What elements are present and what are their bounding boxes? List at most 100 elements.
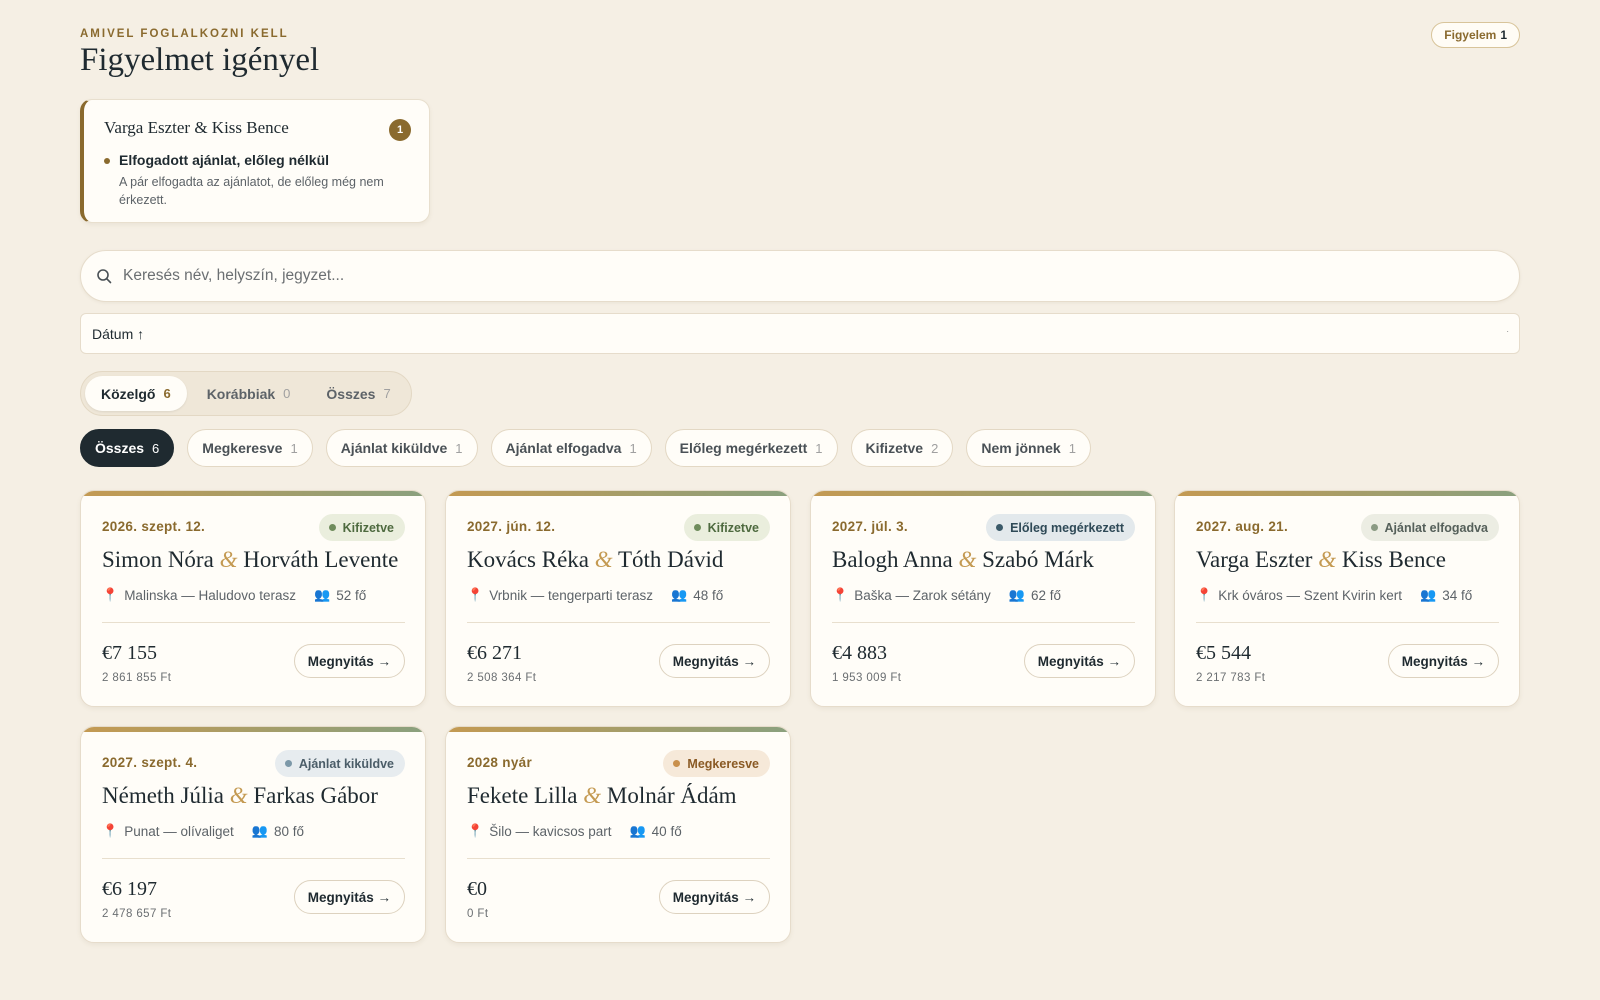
filter-chip-megkeresve[interactable]: Megkeresve 1: [187, 429, 313, 467]
price-huf: 2 217 783 Ft: [1196, 672, 1266, 684]
ampersand: &: [1318, 547, 1337, 572]
status-badge-label: Megkeresve: [687, 756, 759, 771]
status-badge-label: Kifizetve: [707, 520, 759, 535]
card-divider: [102, 858, 405, 859]
chip-count: 1: [629, 440, 637, 456]
venue-label: Malinska — Haludovo terasz: [124, 587, 297, 603]
status-dot-icon: [673, 760, 681, 767]
chip-label: Nem jönnek: [981, 440, 1061, 456]
search-input[interactable]: [123, 251, 1503, 301]
attention-count-pill[interactable]: Figyelem 1: [1431, 22, 1520, 48]
partner-two-name: Molnár Ádám: [606, 783, 737, 808]
status-badge: Ajánlat elfogadva: [1360, 514, 1499, 541]
status-badge-label: Ajánlat elfogadva: [1384, 520, 1489, 535]
partner-one-name: Németh Júlia: [102, 783, 224, 808]
attention-pill-count: 1: [1500, 28, 1507, 42]
chip-label: Ajánlat kiküldve: [340, 440, 448, 456]
price-huf: 0 Ft: [467, 908, 489, 920]
filter-chip-nem-jonnek[interactable]: Nem jönnek 1: [966, 429, 1091, 467]
card-divider: [467, 858, 770, 859]
filter-chip-ajanlat-kikuldve[interactable]: Ajánlat kiküldve 1: [325, 429, 478, 467]
couple-names: Simon Nóra & Horváth Levente: [102, 547, 398, 573]
location-pin-icon: 📍: [1196, 587, 1213, 602]
chip-label: Ajánlat elfogadva: [505, 440, 622, 456]
price-eur: €5 544: [1196, 642, 1251, 664]
tab-osszes[interactable]: Összes 7: [310, 376, 406, 411]
price-eur: €4 883: [832, 642, 887, 664]
ampersand: &: [219, 547, 238, 572]
price-eur: €7 155: [102, 642, 157, 664]
sort-select[interactable]: Dátum ↑ ·: [80, 313, 1520, 354]
booking-meta: 📍 Punat — olívaliget 👥 80 fő: [102, 823, 304, 839]
status-dot-icon: [996, 524, 1004, 531]
attention-card[interactable]: Varga Eszter & Kiss Bence 1 Elfogadott a…: [80, 99, 430, 223]
location-pin-icon: 📍: [467, 823, 484, 838]
open-button[interactable]: Megnyitás →: [1387, 644, 1499, 678]
status-badge: Kifizetve: [318, 514, 405, 541]
booking-date: 2026. szept. 12.: [102, 519, 206, 534]
attention-issue-description: A pár elfogadta az ajánlatot, de előleg …: [119, 175, 384, 207]
location-pin-icon: 📍: [467, 587, 484, 602]
tab-count: 0: [283, 386, 291, 401]
venue-label: Punat — olívaliget: [124, 823, 234, 839]
open-button[interactable]: Megnyitás →: [658, 880, 770, 914]
status-dot-icon: [693, 524, 701, 531]
booking-card[interactable]: 2026. szept. 12. Kifizetve Simon Nóra & …: [80, 490, 426, 707]
tab-kozelgo[interactable]: Közelgő 6: [85, 376, 187, 411]
booking-card[interactable]: 2027. júl. 3. Előleg megérkezett Balogh …: [810, 490, 1156, 707]
filter-chip-osszes[interactable]: Összes 6: [80, 429, 175, 467]
couple-names: Németh Júlia & Farkas Gábor: [102, 783, 378, 809]
filter-chip-ajanlat-elfogadva[interactable]: Ajánlat elfogadva 1: [490, 429, 652, 467]
filter-chip-eloleg-megerkezett[interactable]: Előleg megérkezett 1: [664, 429, 838, 467]
filter-chip-kifizetve[interactable]: Kifizetve 2: [850, 429, 954, 467]
guest-count: 40 fő: [651, 823, 682, 839]
status-badge: Ajánlat kiküldve: [274, 750, 405, 777]
status-badge-label: Ajánlat kiküldve: [298, 756, 394, 771]
chip-label: Összes: [95, 440, 145, 456]
status-badge-label: Előleg megérkezett: [1010, 520, 1124, 535]
open-button[interactable]: Megnyitás →: [658, 644, 770, 678]
guest-count: 62 fő: [1030, 587, 1061, 603]
guests-icon: 👥: [314, 587, 331, 602]
booking-card[interactable]: 2028 nyár Megkeresve Fekete Lilla & Moln…: [445, 726, 791, 943]
status-dot-icon: [284, 760, 292, 767]
search-icon: [97, 269, 112, 284]
partner-one-name: Simon Nóra: [102, 547, 214, 572]
booking-card[interactable]: 2027. szept. 4. Ajánlat kiküldve Németh …: [80, 726, 426, 943]
couple-names: Fekete Lilla & Molnár Ádám: [467, 783, 737, 809]
ampersand: &: [229, 783, 248, 808]
time-range-tabs: Közelgő 6 Korábbiak 0 Összes 7: [80, 371, 412, 416]
booking-meta: 📍 Baška — Zarok sétány 👥 62 fő: [832, 587, 1061, 603]
status-badge-label: Kifizetve: [342, 520, 394, 535]
partner-two-name: Kiss Bence: [1341, 547, 1446, 572]
booking-card[interactable]: 2027. aug. 21. Ajánlat elfogadva Varga E…: [1174, 490, 1520, 707]
couple-names: Kovács Réka & Tóth Dávid: [467, 547, 723, 573]
partner-two-name: Horváth Levente: [243, 547, 399, 572]
chip-label: Megkeresve: [202, 440, 283, 456]
booking-meta: 📍 Šilo — kavicsos part 👥 40 fő: [467, 823, 682, 839]
guests-icon: 👥: [1008, 587, 1025, 602]
chip-count: 1: [815, 440, 823, 456]
sort-select-value: Dátum ↑: [92, 326, 145, 342]
booking-date: 2027. szept. 4.: [102, 755, 198, 770]
chip-label: Előleg megérkezett: [679, 440, 808, 456]
couple-names: Varga Eszter & Kiss Bence: [1196, 547, 1446, 573]
tab-korabbiak[interactable]: Korábbiak 0: [191, 376, 307, 411]
booking-meta: 📍 Krk óváros — Szent Kvirin kert 👥 34 fő: [1196, 587, 1472, 603]
location-pin-icon: 📍: [102, 823, 119, 838]
booking-meta: 📍 Vrbnik — tengerparti terasz 👥 48 fő: [467, 587, 723, 603]
bullet-dot-icon: [104, 158, 110, 164]
location-pin-icon: 📍: [102, 587, 119, 602]
open-button[interactable]: Megnyitás →: [1023, 644, 1135, 678]
open-button[interactable]: Megnyitás →: [293, 644, 405, 678]
booking-card[interactable]: 2027. jún. 12. Kifizetve Kovács Réka & T…: [445, 490, 791, 707]
tab-count: 6: [163, 386, 171, 401]
booking-date: 2028 nyár: [467, 755, 532, 770]
open-button[interactable]: Megnyitás →: [293, 880, 405, 914]
price-eur: €0: [467, 878, 487, 900]
ampersand: &: [958, 547, 977, 572]
price-huf: 1 953 009 Ft: [832, 672, 902, 684]
chip-count: 6: [152, 440, 160, 456]
card-divider: [832, 622, 1135, 623]
status-dot-icon: [328, 524, 336, 531]
